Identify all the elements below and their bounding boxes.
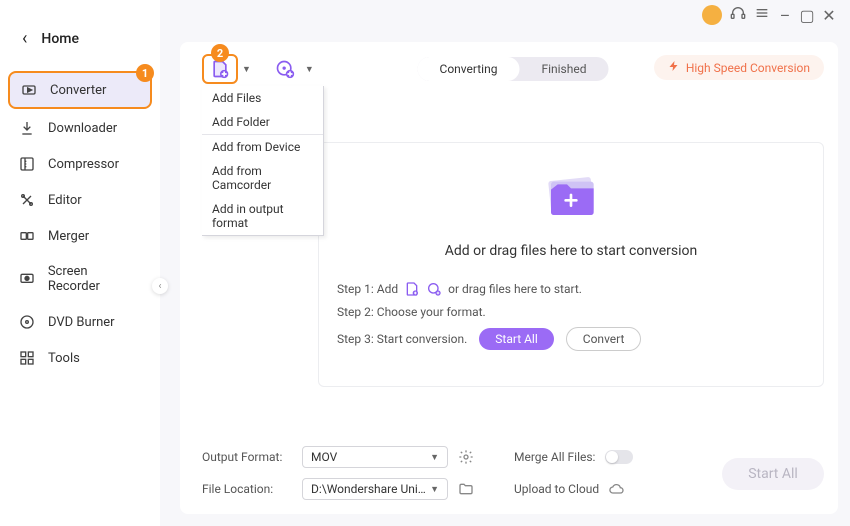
step-1-pre: Step 1: Add: [337, 282, 398, 296]
dropdown-add-device[interactable]: Add from Device: [202, 135, 323, 159]
step-1-post: or drag files here to start.: [448, 282, 582, 296]
callout-badge-2: 2: [211, 44, 229, 62]
output-format-select[interactable]: MOV ▼: [302, 446, 448, 468]
content-card: 2 ▼ Add Files Add Folder Add from Device…: [180, 42, 838, 514]
callout-badge-1: 1: [136, 64, 154, 82]
sidebar-item-merger[interactable]: Merger: [8, 219, 152, 253]
chevron-down-icon: ▼: [430, 452, 439, 463]
folder-icon[interactable]: [458, 481, 474, 497]
sidebar-item-label: Compressor: [48, 157, 119, 172]
convert-button[interactable]: Convert: [566, 327, 642, 351]
add-file-icon[interactable]: [404, 281, 420, 297]
file-location-value: D:\Wondershare UniConverter 1: [311, 482, 430, 496]
dropdown-add-camcorder[interactable]: Add from Camcorder: [202, 159, 323, 197]
add-dropdown-menu: Add Files Add Folder Add from Device Add…: [202, 86, 324, 236]
topbar: 2 ▼ Add Files Add Folder Add from Device…: [202, 56, 824, 82]
chevron-down-icon[interactable]: ▼: [305, 64, 314, 75]
recorder-icon: [18, 271, 36, 287]
add-dvd-icon[interactable]: [426, 281, 442, 297]
sidebar-item-compressor[interactable]: Compressor: [8, 147, 152, 181]
sidebar-item-converter[interactable]: Converter 1: [8, 71, 152, 109]
steps: Step 1: Add or drag files here to start.…: [319, 281, 823, 359]
sidebar: ‹ Home Converter 1 Downloader Compressor…: [0, 0, 160, 526]
merger-icon: [18, 228, 36, 244]
sidebar-item-screen-recorder[interactable]: Screen Recorder: [8, 255, 152, 303]
sidebar-item-label: Tools: [48, 351, 80, 366]
step-3-text: Step 3: Start conversion.: [337, 332, 467, 346]
sidebar-item-tools[interactable]: Tools: [8, 341, 152, 375]
cloud-icon[interactable]: [609, 481, 625, 497]
merge-label: Merge All Files:: [514, 450, 595, 464]
sidebar-item-label: Screen Recorder: [48, 264, 142, 294]
dropdown-add-folder[interactable]: Add Folder: [202, 110, 323, 134]
add-files-button[interactable]: 2: [202, 54, 238, 84]
sidebar-item-label: Converter: [50, 83, 106, 98]
sidebar-item-dvd-burner[interactable]: DVD Burner: [8, 305, 152, 339]
sidebar-item-label: Merger: [48, 229, 89, 244]
sidebar-item-label: Downloader: [48, 121, 117, 136]
file-location-label: File Location:: [202, 482, 292, 496]
start-all-button[interactable]: Start All: [722, 458, 824, 490]
converter-icon: [20, 82, 38, 98]
main: 2 ▼ Add Files Add Folder Add from Device…: [160, 0, 850, 526]
add-dvd-button[interactable]: [267, 54, 303, 84]
dropzone[interactable]: Add or drag files here to start conversi…: [318, 142, 824, 387]
lightning-icon: [668, 60, 680, 75]
nav-list: Converter 1 Downloader Compressor Editor…: [0, 71, 160, 375]
editor-icon: [18, 192, 36, 208]
folder-graphic: [531, 165, 611, 225]
gear-icon[interactable]: [458, 449, 474, 465]
dropdown-add-files[interactable]: Add Files: [202, 86, 323, 110]
high-speed-button[interactable]: High Speed Conversion: [654, 55, 824, 80]
sidebar-item-downloader[interactable]: Downloader: [8, 111, 152, 145]
dvd-icon: [18, 314, 36, 330]
sidebar-item-label: Editor: [48, 193, 82, 208]
step-2: Step 2: Choose your format.: [337, 305, 805, 319]
start-all-small-button[interactable]: Start All: [479, 328, 554, 350]
dropdown-add-output-format[interactable]: Add in output format: [202, 197, 323, 235]
step-1: Step 1: Add or drag files here to start.: [337, 281, 805, 297]
compress-icon: [18, 156, 36, 172]
dropzone-title: Add or drag files here to start conversi…: [445, 243, 698, 259]
merge-toggle[interactable]: [605, 450, 633, 464]
chevron-down-icon: ▼: [430, 484, 439, 495]
download-icon: [18, 120, 36, 136]
home-label[interactable]: Home: [41, 31, 79, 47]
home-row: ‹ Home: [0, 10, 160, 71]
tab-converting[interactable]: Converting: [418, 57, 520, 81]
back-button[interactable]: ‹: [22, 28, 27, 49]
high-speed-label: High Speed Conversion: [686, 61, 810, 75]
file-location-select[interactable]: D:\Wondershare UniConverter 1 ▼: [302, 478, 448, 500]
sidebar-item-editor[interactable]: Editor: [8, 183, 152, 217]
tab-segmented: Converting Finished: [418, 57, 609, 81]
output-format-value: MOV: [311, 450, 337, 464]
upload-label: Upload to Cloud: [514, 482, 599, 496]
tab-finished[interactable]: Finished: [519, 57, 608, 81]
output-format-label: Output Format:: [202, 450, 292, 464]
step-3: Step 3: Start conversion. Start All Conv…: [337, 327, 805, 351]
tools-icon: [18, 350, 36, 366]
chevron-down-icon[interactable]: ▼: [242, 64, 251, 75]
step-2-text: Step 2: Choose your format.: [337, 305, 486, 319]
add-button-group: 2 ▼ Add Files Add Folder Add from Device…: [202, 54, 251, 84]
sidebar-item-label: DVD Burner: [48, 315, 115, 330]
